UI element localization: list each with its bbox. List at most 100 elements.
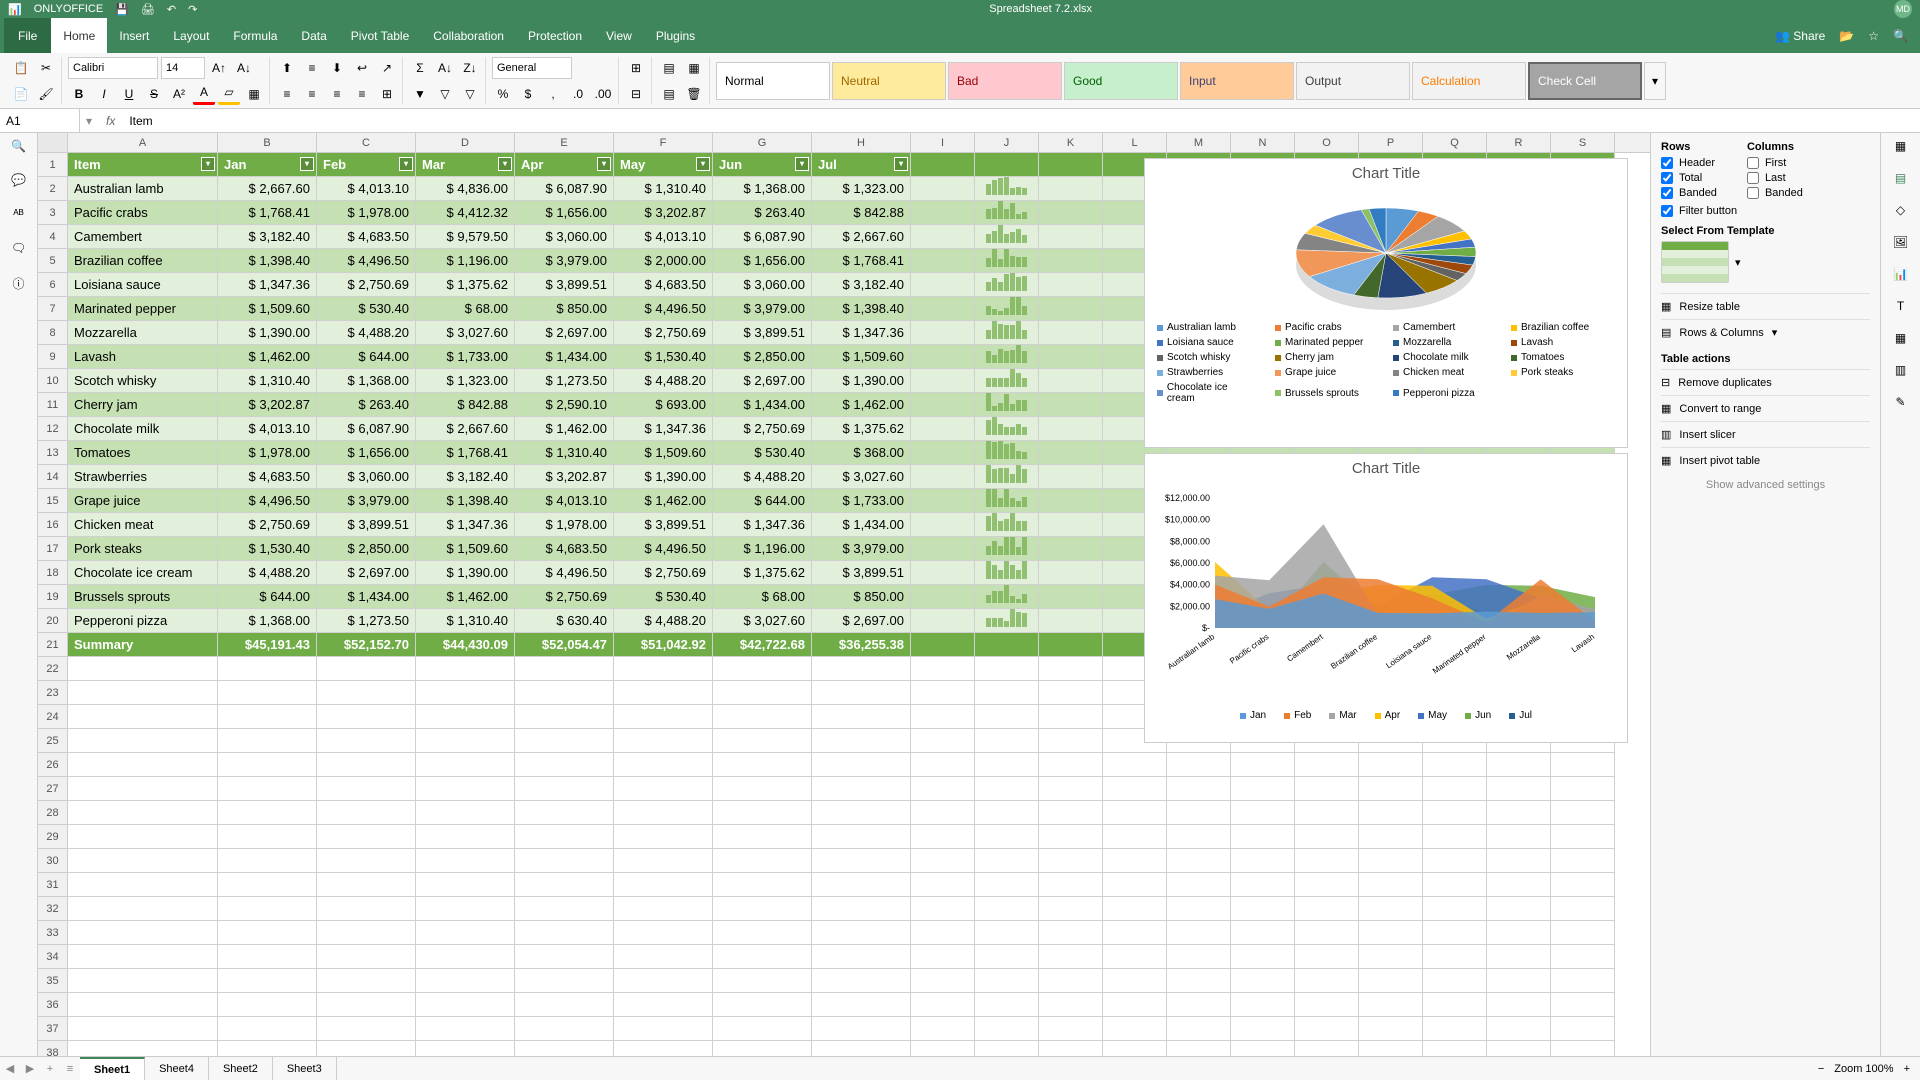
cell[interactable] bbox=[975, 729, 1039, 753]
cell[interactable]: $ 630.40 bbox=[515, 609, 614, 633]
filter-dropdown-icon[interactable]: ▾ bbox=[696, 157, 710, 171]
cell[interactable]: $ 6,087.90 bbox=[515, 177, 614, 201]
cell[interactable]: $52,054.47 bbox=[515, 633, 614, 657]
cell[interactable] bbox=[975, 225, 1039, 249]
cell[interactable] bbox=[713, 657, 812, 681]
cell[interactable] bbox=[416, 921, 515, 945]
cell[interactable]: $ 3,899.51 bbox=[713, 321, 812, 345]
cell[interactable]: $ 1,733.00 bbox=[416, 345, 515, 369]
cell[interactable] bbox=[975, 417, 1039, 441]
cell[interactable]: $ 1,978.00 bbox=[515, 513, 614, 537]
cell[interactable] bbox=[1039, 369, 1103, 393]
sort-asc-icon[interactable]: A↓ bbox=[434, 57, 456, 79]
cell[interactable] bbox=[975, 345, 1039, 369]
cell[interactable] bbox=[515, 801, 614, 825]
cell[interactable] bbox=[1039, 225, 1103, 249]
cell[interactable] bbox=[416, 801, 515, 825]
cell[interactable] bbox=[1295, 753, 1359, 777]
cell[interactable] bbox=[713, 969, 812, 993]
cell[interactable] bbox=[68, 993, 218, 1017]
cell[interactable] bbox=[812, 681, 911, 705]
cell[interactable]: $ 2,750.69 bbox=[218, 513, 317, 537]
cell[interactable] bbox=[218, 897, 317, 921]
cell[interactable] bbox=[68, 897, 218, 921]
cell[interactable]: $ 530.40 bbox=[614, 585, 713, 609]
formula-input[interactable] bbox=[123, 109, 1920, 132]
cell[interactable] bbox=[1551, 969, 1615, 993]
check-total[interactable]: Total bbox=[1661, 172, 1717, 184]
cell[interactable] bbox=[68, 681, 218, 705]
cell[interactable] bbox=[911, 825, 975, 849]
align-left-icon[interactable]: ≡ bbox=[276, 83, 298, 105]
cell[interactable]: $ 1,462.00 bbox=[812, 393, 911, 417]
cell[interactable] bbox=[911, 777, 975, 801]
undo-icon[interactable]: ↶ bbox=[167, 3, 176, 16]
cell[interactable] bbox=[317, 873, 416, 897]
cell[interactable] bbox=[317, 657, 416, 681]
cell[interactable] bbox=[713, 753, 812, 777]
cell[interactable] bbox=[812, 945, 911, 969]
cell[interactable] bbox=[975, 321, 1039, 345]
align-bottom-icon[interactable]: ⬇ bbox=[326, 57, 348, 79]
cell[interactable] bbox=[713, 993, 812, 1017]
cell[interactable]: $ 1,196.00 bbox=[416, 249, 515, 273]
cell[interactable] bbox=[317, 993, 416, 1017]
insert-pivot-button[interactable]: ▦ Insert pivot table bbox=[1661, 447, 1870, 473]
cell[interactable] bbox=[1231, 873, 1295, 897]
cell[interactable] bbox=[1487, 969, 1551, 993]
cell[interactable] bbox=[218, 849, 317, 873]
cell[interactable]: $ 1,978.00 bbox=[218, 441, 317, 465]
cell[interactable] bbox=[1167, 825, 1231, 849]
cell[interactable]: $ 4,683.50 bbox=[218, 465, 317, 489]
row-header[interactable]: 33 bbox=[38, 921, 67, 945]
feedback-icon[interactable]: ⓘ bbox=[12, 275, 24, 292]
col-header[interactable]: F bbox=[614, 133, 713, 152]
cell[interactable] bbox=[975, 633, 1039, 657]
cell[interactable]: $ 4,013.10 bbox=[515, 489, 614, 513]
cell[interactable]: $ 2,750.69 bbox=[515, 585, 614, 609]
filter-dropdown-icon[interactable]: ▾ bbox=[399, 157, 413, 171]
row-header[interactable]: 3 bbox=[38, 201, 67, 225]
cell[interactable]: $ 1,509.60 bbox=[614, 441, 713, 465]
cell[interactable] bbox=[416, 1017, 515, 1041]
cell[interactable] bbox=[1359, 1041, 1423, 1056]
cell[interactable] bbox=[911, 1017, 975, 1041]
borders-button[interactable]: ▦ bbox=[243, 83, 265, 105]
cell[interactable]: $ 1,978.00 bbox=[317, 201, 416, 225]
cell[interactable]: $ 3,979.00 bbox=[713, 297, 812, 321]
sort-desc-icon[interactable]: Z↓ bbox=[459, 57, 481, 79]
row-header[interactable]: 15 bbox=[38, 489, 67, 513]
conditional-format-icon[interactable]: ▤ bbox=[658, 57, 680, 79]
cell[interactable] bbox=[713, 825, 812, 849]
cell[interactable] bbox=[218, 1041, 317, 1056]
row-header[interactable]: 17 bbox=[38, 537, 67, 561]
cell[interactable] bbox=[812, 921, 911, 945]
cell[interactable] bbox=[1551, 873, 1615, 897]
cell[interactable] bbox=[1039, 1017, 1103, 1041]
open-location-icon[interactable]: 📂 bbox=[1839, 29, 1854, 43]
cell[interactable] bbox=[1487, 1041, 1551, 1056]
cell[interactable] bbox=[317, 1041, 416, 1056]
cell[interactable]: $ 2,697.00 bbox=[812, 609, 911, 633]
cell[interactable] bbox=[1167, 753, 1231, 777]
cell[interactable] bbox=[812, 777, 911, 801]
underline-button[interactable]: U bbox=[118, 83, 140, 105]
cell[interactable] bbox=[1295, 993, 1359, 1017]
image-settings-icon[interactable]: 🖼 bbox=[1893, 235, 1908, 249]
cell[interactable]: $ 3,027.60 bbox=[416, 321, 515, 345]
cut-icon[interactable]: ✂ bbox=[35, 57, 57, 79]
cell[interactable]: $ 1,310.40 bbox=[218, 369, 317, 393]
sheet-tab[interactable]: Sheet2 bbox=[209, 1057, 273, 1080]
cell[interactable]: $ 4,683.50 bbox=[317, 225, 416, 249]
cell[interactable]: $ 1,462.00 bbox=[515, 417, 614, 441]
cell[interactable]: $ 2,750.69 bbox=[614, 561, 713, 585]
cell[interactable] bbox=[1039, 945, 1103, 969]
cell[interactable]: $ 2,850.00 bbox=[317, 537, 416, 561]
cell[interactable] bbox=[975, 537, 1039, 561]
cell[interactable] bbox=[1231, 801, 1295, 825]
cell[interactable] bbox=[416, 657, 515, 681]
cell[interactable] bbox=[975, 273, 1039, 297]
cell[interactable] bbox=[975, 153, 1039, 177]
cell[interactable]: $ 1,347.36 bbox=[416, 513, 515, 537]
cell[interactable] bbox=[1039, 465, 1103, 489]
